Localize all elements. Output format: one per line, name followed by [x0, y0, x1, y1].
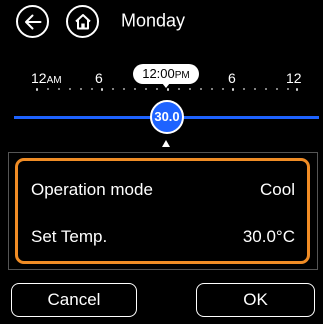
back-arrow-icon	[24, 14, 41, 29]
timeline-dots	[36, 88, 298, 91]
settings-panel: Operation mode Cool Set Temp. 30.0°C	[15, 158, 310, 264]
ok-button[interactable]: OK	[196, 283, 315, 317]
home-icon	[74, 13, 91, 29]
page-title: Monday	[121, 10, 186, 31]
set-temp-label: Set Temp.	[31, 227, 108, 246]
current-time-badge: 12:00PM	[133, 64, 199, 84]
operation-mode-label: Operation mode	[31, 180, 153, 199]
header-bar: Monday	[0, 0, 323, 54]
tick-label-12pm: 12	[286, 70, 302, 86]
set-point-marker[interactable]: 30.0	[150, 100, 184, 134]
tick-label-12am: 12AM	[31, 70, 62, 86]
set-temp-row[interactable]: Set Temp. 30.0°C	[18, 217, 307, 257]
set-temp-value: 30.0°C	[242, 227, 295, 246]
home-button[interactable]	[66, 5, 99, 38]
back-button[interactable]	[16, 5, 49, 38]
operation-mode-row[interactable]: Operation mode Cool	[18, 170, 307, 210]
operation-mode-value: Cool	[260, 180, 295, 199]
current-position-arrow-icon	[162, 140, 170, 147]
tick-label-6pm: 6	[228, 70, 236, 86]
cancel-button[interactable]: Cancel	[11, 283, 137, 317]
tick-label-6am: 6	[95, 70, 103, 86]
schedule-timeline[interactable]: 12AM 6 6 12 12:00PM 30.0	[0, 58, 323, 154]
